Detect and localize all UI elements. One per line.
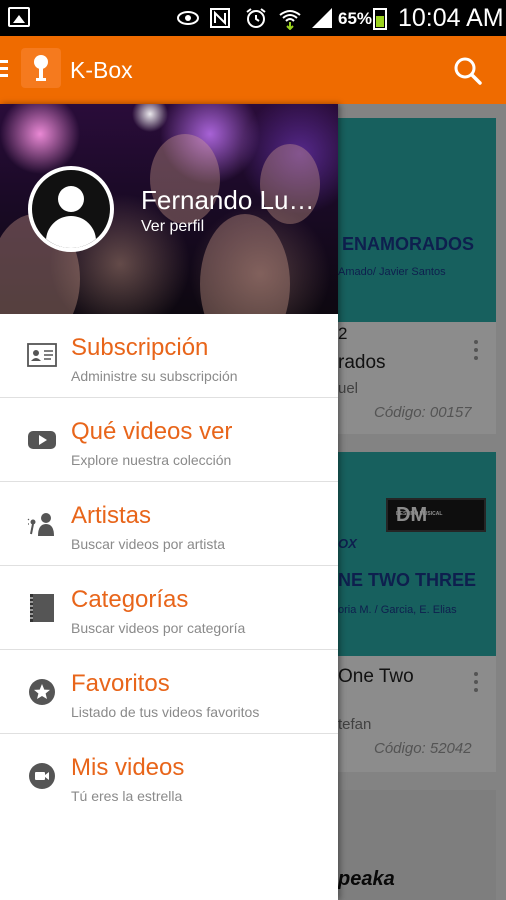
singer-icon [27,513,54,536]
search-icon[interactable] [452,55,484,87]
menu-item-videos[interactable]: Qué videos ver Explore nuestra colección [0,398,338,482]
drawer-menu: Subscripción Administre su subscripción … [0,314,338,818]
video-camera-icon [29,763,55,789]
menu-icon[interactable] [0,60,8,80]
app-title: K-Box [70,57,133,83]
menu-item-title: Artistas [71,502,152,529]
menu-item-subtitle: Buscar videos por categoría [71,620,246,636]
app-bar: K-Box [0,36,506,104]
menu-item-categories[interactable]: Categorías Buscar videos por categoría [0,566,338,650]
book-icon [30,594,54,622]
eye-icon [177,11,199,25]
menu-item-title: Qué videos ver [71,418,233,445]
kbox-logo [21,48,61,88]
status-bar: 65% 10:04 AM [0,0,506,36]
menu-item-my-videos[interactable]: Mis videos Tú eres la estrella [0,734,338,818]
battery-level: 65% [338,9,373,28]
gallery-icon [8,7,30,27]
alarm-icon [246,8,266,28]
avatar[interactable] [28,166,114,252]
menu-item-favorites[interactable]: Favoritos Listado de tus videos favorito… [0,650,338,734]
signal-icon [312,8,332,28]
clock: 10:04 AM [398,4,504,32]
star-icon [29,679,55,705]
menu-item-title: Subscripción [71,334,209,361]
menu-item-title: Categorías [71,586,189,613]
user-name: Fernando Lu… [141,185,315,215]
menu-item-artists[interactable]: Artistas Buscar videos por artista [0,482,338,566]
menu-item-subtitle: Buscar videos por artista [71,536,226,552]
menu-item-subtitle: Tú eres la estrella [71,788,183,804]
menu-item-subscription[interactable]: Subscripción Administre su subscripción [0,314,338,398]
id-card-icon [27,343,57,367]
view-profile-link[interactable]: Ver perfil [141,218,204,236]
drawer-header: Fernando Lu… Ver perfil [0,104,338,314]
nfc-icon [210,8,230,28]
menu-item-title: Mis videos [71,754,185,781]
menu-item-subtitle: Listado de tus videos favoritos [71,704,260,720]
battery-icon [373,8,387,30]
play-icon [28,431,56,449]
menu-item-title: Favoritos [71,670,170,697]
wifi-icon [279,10,301,30]
drawer-scrim[interactable] [338,104,506,900]
menu-item-subtitle: Explore nuestra colección [71,452,232,468]
navigation-drawer: Fernando Lu… Ver perfil Subscripción Adm… [0,104,338,900]
menu-item-subtitle: Administre su subscripción [71,368,238,384]
